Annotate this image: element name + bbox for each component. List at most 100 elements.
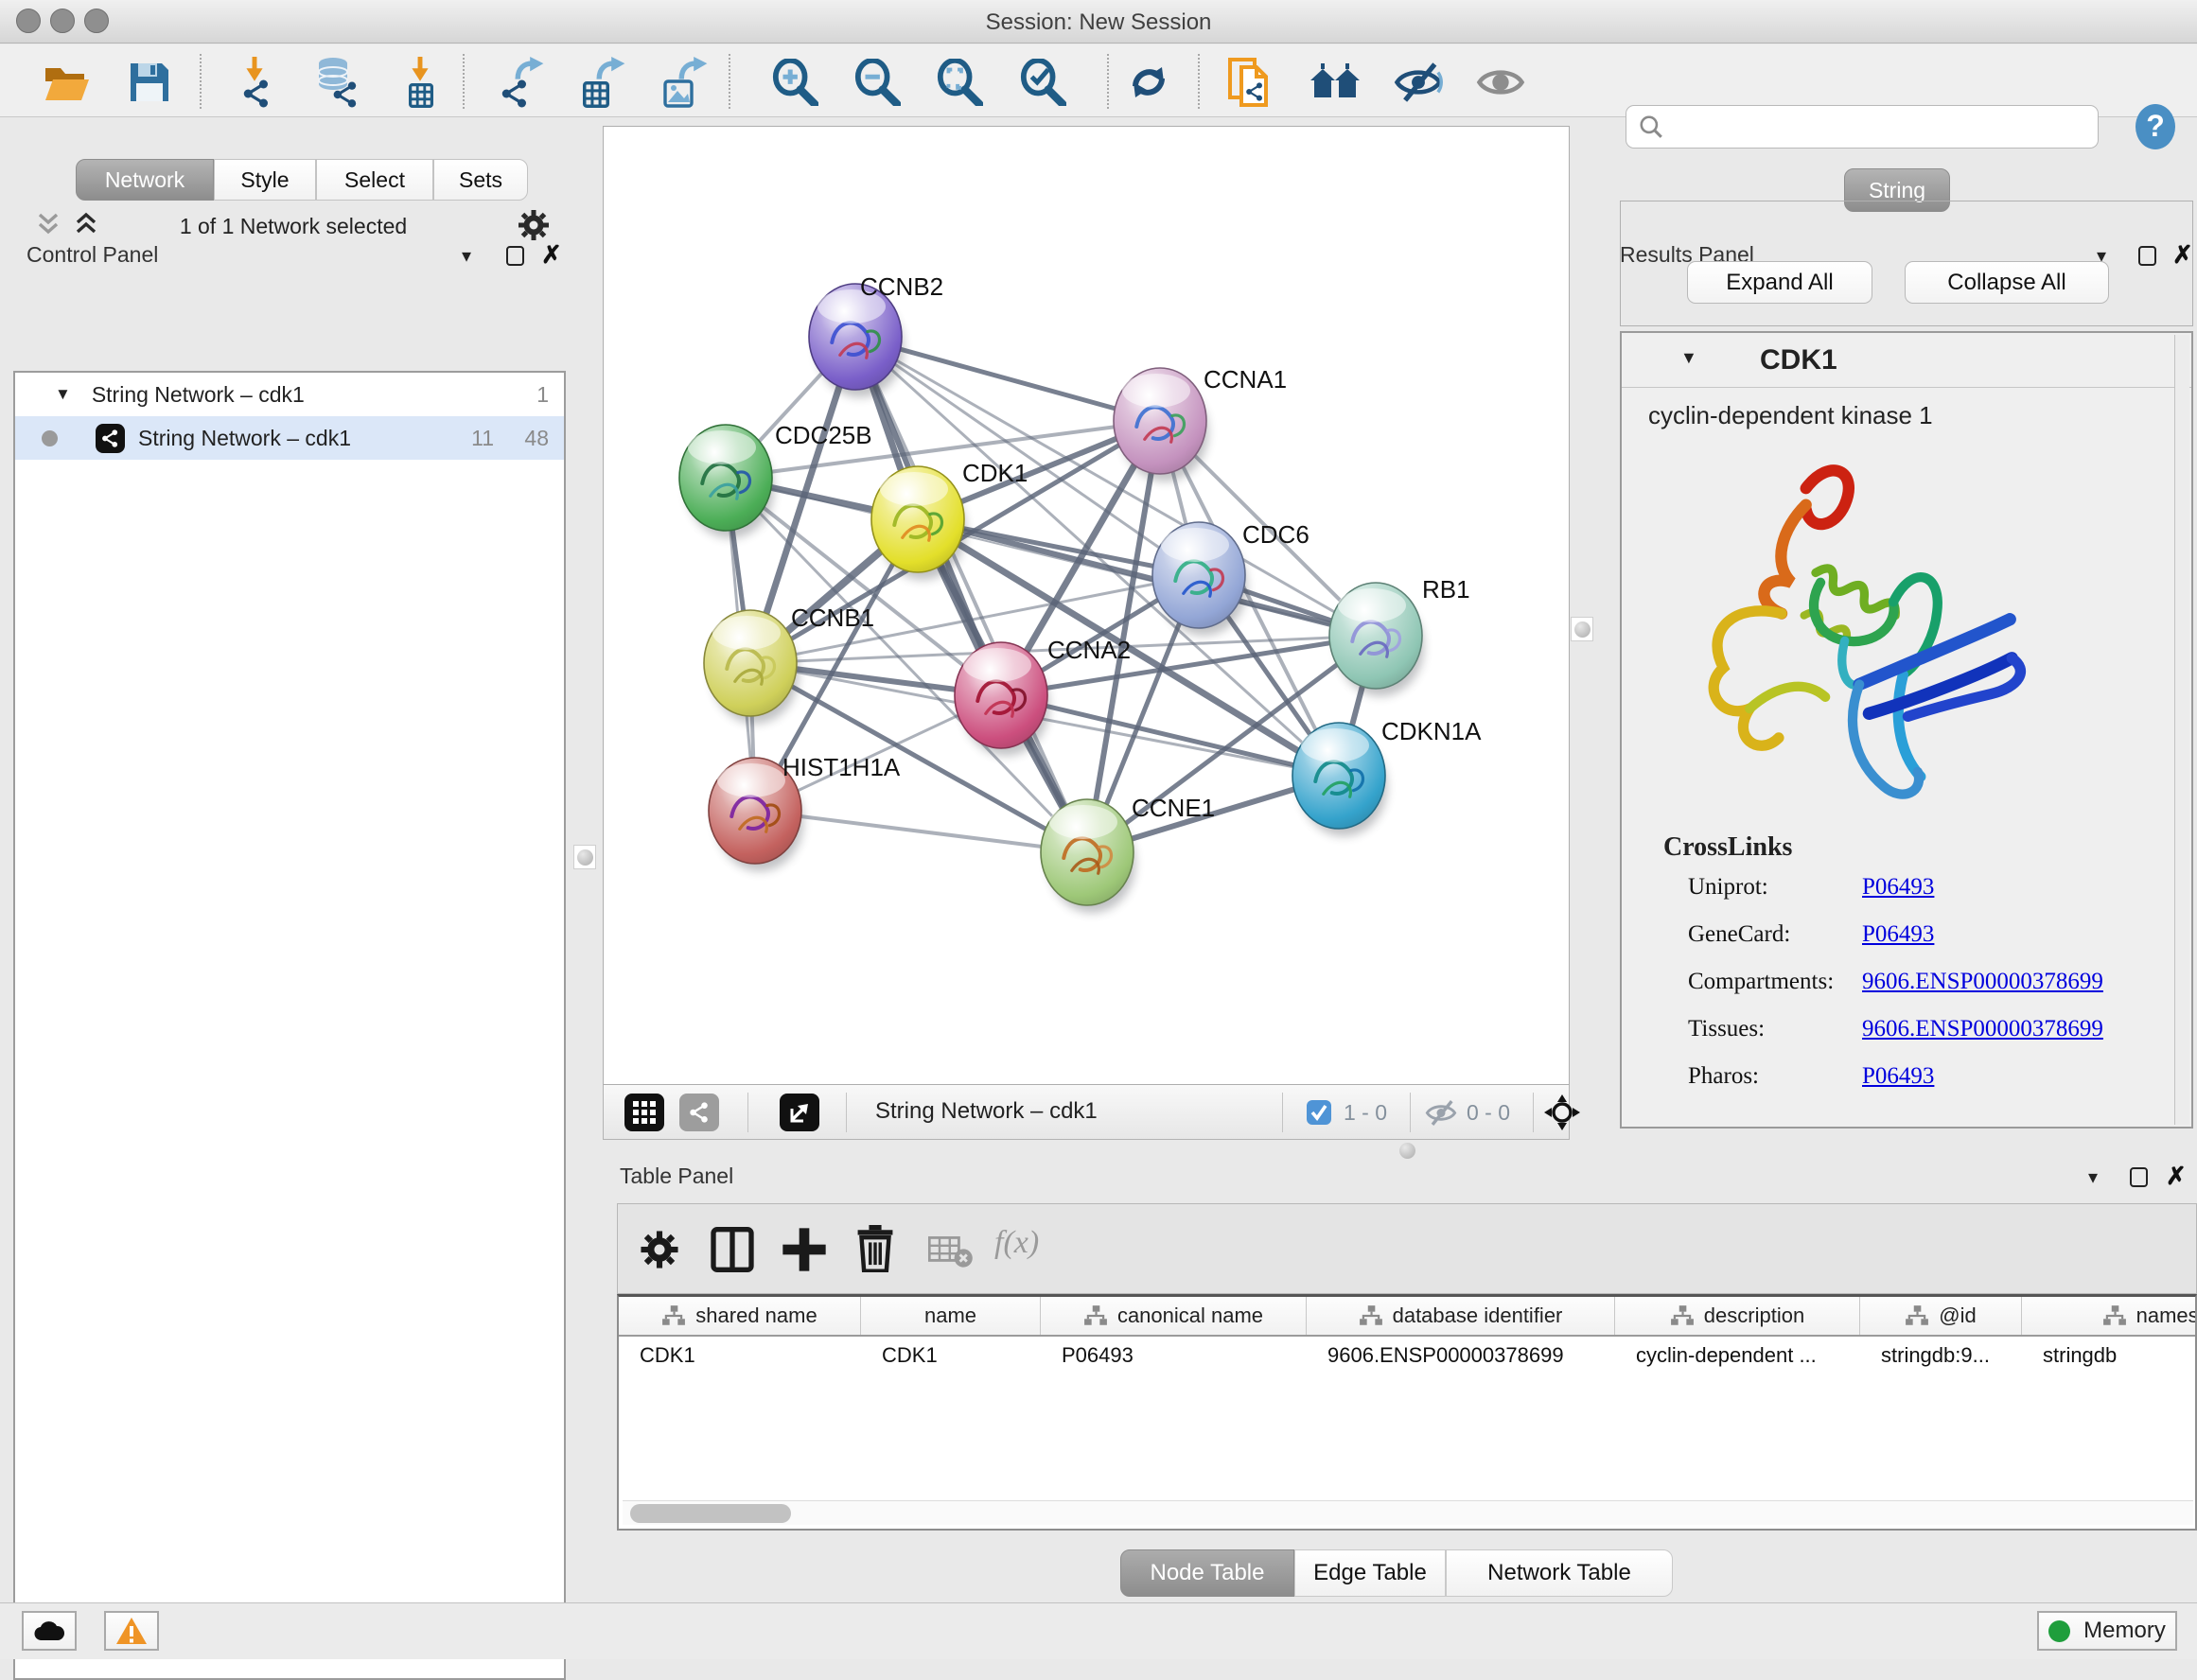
network-node-CCNE1[interactable] — [1041, 799, 1135, 913]
tab-select[interactable]: Select — [316, 159, 433, 201]
network-node-CCNA1[interactable] — [1114, 368, 1208, 481]
export-table-button[interactable] — [576, 56, 629, 109]
node-table[interactable]: shared namenamecanonical namedatabase id… — [617, 1294, 2197, 1531]
gene-collapse-icon[interactable]: ▼ — [1680, 348, 1697, 368]
network-collection-row[interactable]: ▼ String Network – cdk1 1 — [15, 373, 564, 416]
crosslink-label: Compartments: — [1688, 969, 1862, 995]
import-table-file-button[interactable] — [394, 56, 447, 109]
table-panel-float-button[interactable] — [2130, 1167, 2148, 1187]
detach-view-button[interactable] — [780, 1094, 819, 1131]
table-cell[interactable]: cyclin-dependent ... — [1615, 1337, 1860, 1374]
hide-selected-button[interactable] — [1392, 56, 1445, 109]
table-settings-gear-icon[interactable] — [639, 1229, 680, 1270]
update-network-button[interactable] — [1122, 56, 1175, 109]
tab-node-table[interactable]: Node Table — [1120, 1549, 1294, 1597]
column-header-namespace[interactable]: namespace — [2022, 1297, 2197, 1335]
tree-collapse-icon[interactable]: ▼ — [55, 385, 71, 404]
network-options-gear-icon[interactable] — [517, 208, 551, 242]
toolbar-separator — [1107, 54, 1109, 109]
import-network-file-button[interactable] — [230, 56, 283, 109]
table-cell[interactable]: CDK1 — [619, 1337, 861, 1374]
tab-network-table[interactable]: Network Table — [1446, 1549, 1673, 1597]
column-header-label: @id — [1939, 1304, 1976, 1328]
zoom-out-button[interactable] — [851, 56, 904, 109]
network-node-CCNB2[interactable] — [809, 284, 904, 397]
show-columns-icon[interactable] — [711, 1227, 754, 1272]
tab-edge-table[interactable]: Edge Table — [1294, 1549, 1446, 1597]
control-panel-tabs: NetworkStyleSelectSets — [76, 159, 528, 201]
birds-eye-view-icon[interactable] — [1544, 1094, 1580, 1130]
zoom-in-button[interactable] — [768, 56, 821, 109]
export-image-button[interactable] — [659, 56, 712, 109]
crosslink-link[interactable]: P06493 — [1862, 1063, 1934, 1090]
zoom-fit-button[interactable] — [933, 56, 986, 109]
table-cell[interactable]: stringdb — [2022, 1337, 2197, 1374]
network-edge[interactable] — [1001, 695, 1339, 776]
column-header-canonical-name[interactable]: canonical name — [1041, 1297, 1307, 1335]
right-splitter-handle[interactable] — [1571, 617, 1593, 641]
first-neighbors-button[interactable] — [1309, 56, 1362, 109]
gene-section-header[interactable]: ▼ CDK1 — [1622, 333, 2191, 388]
export-network-icon — [496, 57, 547, 108]
clone-network-button[interactable] — [1224, 56, 1277, 109]
selected-node-edge-counts: 1 - 0 — [1344, 1100, 1387, 1126]
control-panel-close-button[interactable]: ✗ — [541, 240, 562, 270]
left-splitter-handle[interactable] — [573, 845, 596, 869]
tab-sets[interactable]: Sets — [433, 159, 528, 201]
network-node-RB1[interactable] — [1329, 583, 1424, 696]
table-horizontal-scrollbar[interactable] — [623, 1500, 2193, 1525]
network-view-type-button[interactable] — [679, 1094, 719, 1131]
open-session-button[interactable] — [40, 56, 93, 109]
save-session-button[interactable] — [123, 56, 176, 109]
tab-network[interactable]: Network — [76, 159, 214, 201]
crosslink-link[interactable]: P06493 — [1862, 921, 1934, 948]
network-view-canvas[interactable]: CCNB2CCNA1CDC25BCDK1CDC6RB1CCNB1CCNA2CDK… — [603, 126, 1570, 1085]
network-node-CCNB1[interactable] — [704, 610, 799, 724]
crosslinks-title: CrossLinks — [1663, 832, 1792, 863]
tab-style[interactable]: Style — [214, 159, 316, 201]
column-header-name[interactable]: name — [861, 1297, 1041, 1335]
string-network-graph[interactable]: CCNB2CCNA1CDC25BCDK1CDC6RB1CCNB1CCNA2CDK… — [604, 127, 1569, 1084]
network-node-CDK1[interactable] — [871, 466, 966, 580]
memory-button[interactable]: Memory — [2037, 1611, 2177, 1651]
network-row[interactable]: String Network – cdk1 11 48 — [15, 416, 564, 460]
table-cell[interactable]: 9606.ENSP00000378699 — [1307, 1337, 1615, 1374]
collapse-all-button[interactable]: Collapse All — [1905, 261, 2109, 304]
add-column-icon[interactable] — [782, 1227, 826, 1272]
expand-all-button[interactable]: Expand All — [1687, 261, 1872, 304]
toolbar-separator — [846, 1093, 847, 1132]
table-cell[interactable]: stringdb:9... — [1860, 1337, 2022, 1374]
network-node-CCNA2[interactable] — [955, 642, 1049, 756]
crosslink-link[interactable]: P06493 — [1862, 874, 1934, 901]
column-header-@id[interactable]: @id — [1860, 1297, 2022, 1335]
results-scrollbar[interactable] — [2174, 335, 2189, 1125]
crosslink-link[interactable]: 9606.ENSP00000378699 — [1862, 1016, 2103, 1042]
cloud-status-button[interactable] — [22, 1611, 77, 1651]
import-network-database-button[interactable] — [309, 56, 362, 109]
network-node-count: 11 — [471, 426, 494, 451]
export-network-button[interactable] — [495, 56, 548, 109]
crosslink-link[interactable]: 9606.ENSP00000378699 — [1862, 969, 2103, 995]
network-edge[interactable] — [755, 811, 1087, 852]
grid-view-button[interactable] — [624, 1094, 664, 1131]
selected-checkbox-icon[interactable] — [1306, 1099, 1332, 1126]
network-node-CDC25B[interactable] — [679, 425, 774, 538]
column-header-database-identifier[interactable]: database identifier — [1307, 1297, 1615, 1335]
node-table-row[interactable]: CDK1CDK1P064939606.ENSP00000378699cyclin… — [619, 1337, 2195, 1374]
delete-column-icon[interactable] — [854, 1225, 896, 1272]
scrollbar-thumb[interactable] — [630, 1504, 791, 1523]
title-bar: Session: New Session — [0, 0, 2197, 44]
show-all-button[interactable] — [1474, 56, 1527, 109]
table-cell[interactable]: P06493 — [1041, 1337, 1307, 1374]
table-cell[interactable]: CDK1 — [861, 1337, 1041, 1374]
column-header-shared-name[interactable]: shared name — [619, 1297, 861, 1335]
open-folder-icon — [42, 61, 91, 104]
warnings-button[interactable] — [104, 1611, 159, 1651]
network-node-CDKN1A[interactable] — [1292, 723, 1387, 836]
zoom-selected-button[interactable] — [1016, 56, 1069, 109]
table-panel-close-button[interactable]: ✗ — [2166, 1162, 2187, 1191]
control-panel-menu-icon[interactable]: ▾ — [462, 244, 471, 268]
column-header-description[interactable]: description — [1615, 1297, 1860, 1335]
table-panel-menu-icon[interactable]: ▾ — [2088, 1165, 2098, 1189]
control-panel-float-button[interactable] — [506, 246, 524, 266]
